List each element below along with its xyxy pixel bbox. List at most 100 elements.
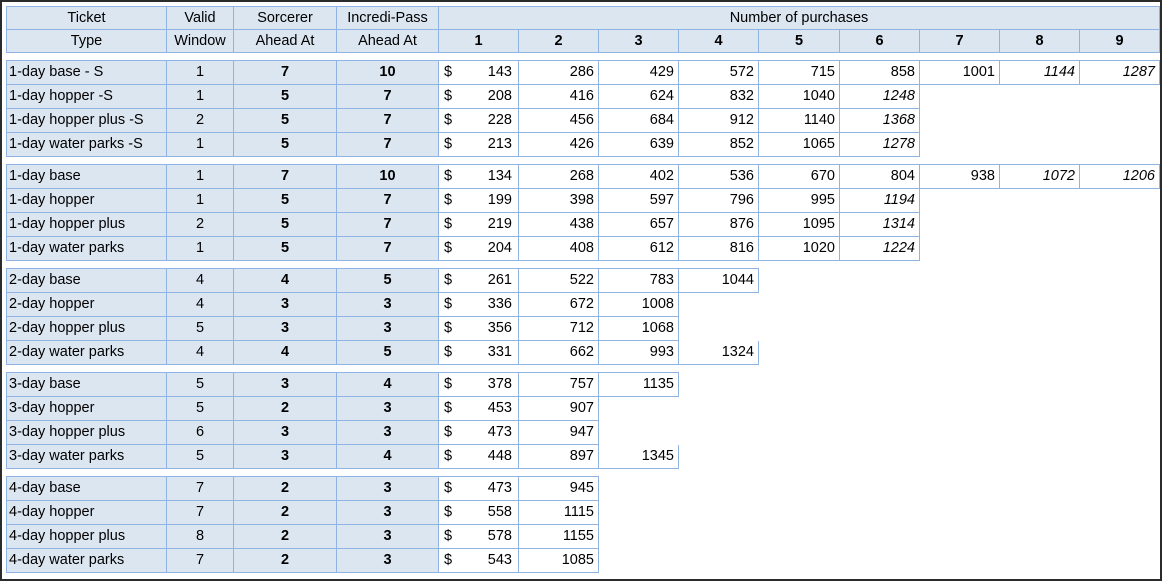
price-cell-4[interactable]: 1044 xyxy=(678,268,759,293)
price-cell-1[interactable]: $204 xyxy=(438,236,519,261)
sorcerer-ahead-cell[interactable]: 4 xyxy=(233,340,337,365)
sorcerer-ahead-cell[interactable]: 5 xyxy=(233,108,337,133)
valid-window-cell[interactable]: 7 xyxy=(166,476,234,501)
price-cell-2[interactable]: 426 xyxy=(518,132,599,157)
price-cell-6[interactable]: 1248 xyxy=(839,84,920,109)
price-cell-2[interactable]: 712 xyxy=(518,316,599,341)
ticket-type-cell[interactable]: 3-day hopper xyxy=(6,396,167,421)
price-cell-2[interactable]: 268 xyxy=(518,164,599,189)
price-cell-6[interactable]: 804 xyxy=(839,164,920,189)
price-cell-1[interactable]: $143 xyxy=(438,60,519,85)
sorcerer-ahead-cell[interactable]: 3 xyxy=(233,316,337,341)
price-cell-1[interactable]: $208 xyxy=(438,84,519,109)
ticket-type-cell[interactable]: 1-day hopper plus xyxy=(6,212,167,237)
valid-window-cell[interactable]: 4 xyxy=(166,292,234,317)
price-cell-2[interactable]: 672 xyxy=(518,292,599,317)
valid-window-cell[interactable]: 2 xyxy=(166,212,234,237)
price-cell-3[interactable]: 783 xyxy=(598,268,679,293)
price-cell-3[interactable]: 597 xyxy=(598,188,679,213)
sorcerer-ahead-cell[interactable]: 2 xyxy=(233,524,337,549)
incredi-ahead-cell[interactable]: 5 xyxy=(336,340,439,365)
price-cell-6[interactable]: 1368 xyxy=(839,108,920,133)
price-cell-1[interactable]: $558 xyxy=(438,500,519,525)
price-cell-2[interactable]: 1115 xyxy=(518,500,599,525)
price-cell-8[interactable]: 1072 xyxy=(999,164,1080,189)
price-cell-3[interactable]: 402 xyxy=(598,164,679,189)
ticket-type-cell[interactable]: 4-day hopper plus xyxy=(6,524,167,549)
ticket-type-cell[interactable]: 1-day water parks xyxy=(6,236,167,261)
price-cell-2[interactable]: 907 xyxy=(518,396,599,421)
valid-window-cell[interactable]: 7 xyxy=(166,548,234,573)
price-cell-9[interactable]: 1206 xyxy=(1079,164,1160,189)
price-cell-5[interactable]: 715 xyxy=(758,60,840,85)
incredi-ahead-cell[interactable]: 3 xyxy=(336,524,439,549)
price-cell-5[interactable]: 1020 xyxy=(758,236,840,261)
ticket-type-cell[interactable]: 1-day hopper xyxy=(6,188,167,213)
price-cell-1[interactable]: $473 xyxy=(438,476,519,501)
price-cell-1[interactable]: $578 xyxy=(438,524,519,549)
price-cell-1[interactable]: $134 xyxy=(438,164,519,189)
valid-window-cell[interactable]: 1 xyxy=(166,60,234,85)
sorcerer-ahead-cell[interactable]: 5 xyxy=(233,132,337,157)
price-cell-3[interactable]: 1068 xyxy=(598,316,679,341)
price-cell-4[interactable]: 876 xyxy=(678,212,759,237)
valid-window-cell[interactable]: 5 xyxy=(166,444,234,469)
price-cell-6[interactable]: 1314 xyxy=(839,212,920,237)
price-cell-2[interactable]: 286 xyxy=(518,60,599,85)
valid-window-cell[interactable]: 2 xyxy=(166,108,234,133)
price-cell-3[interactable]: 1135 xyxy=(598,372,679,397)
price-cell-5[interactable]: 1095 xyxy=(758,212,840,237)
price-cell-2[interactable]: 757 xyxy=(518,372,599,397)
price-cell-3[interactable]: 657 xyxy=(598,212,679,237)
price-cell-4[interactable]: 536 xyxy=(678,164,759,189)
price-cell-5[interactable]: 1065 xyxy=(758,132,840,157)
price-cell-6[interactable]: 1194 xyxy=(839,188,920,213)
price-cell-7[interactable]: 1001 xyxy=(919,60,1000,85)
price-cell-1[interactable]: $336 xyxy=(438,292,519,317)
price-cell-2[interactable]: 947 xyxy=(518,420,599,445)
price-cell-2[interactable]: 398 xyxy=(518,188,599,213)
ticket-type-cell[interactable]: 4-day hopper xyxy=(6,500,167,525)
valid-window-cell[interactable]: 5 xyxy=(166,316,234,341)
price-cell-4[interactable]: 796 xyxy=(678,188,759,213)
price-cell-1[interactable]: $543 xyxy=(438,548,519,573)
incredi-ahead-cell[interactable]: 3 xyxy=(336,548,439,573)
incredi-ahead-cell[interactable]: 7 xyxy=(336,236,439,261)
sorcerer-ahead-cell[interactable]: 3 xyxy=(233,292,337,317)
incredi-ahead-cell[interactable]: 7 xyxy=(336,188,439,213)
price-cell-2[interactable]: 662 xyxy=(518,340,599,365)
price-cell-2[interactable]: 416 xyxy=(518,84,599,109)
ticket-type-cell[interactable]: 1-day hopper -S xyxy=(6,84,167,109)
price-cell-4[interactable]: 1324 xyxy=(678,340,759,365)
price-cell-5[interactable]: 1140 xyxy=(758,108,840,133)
incredi-ahead-cell[interactable]: 3 xyxy=(336,500,439,525)
ticket-type-cell[interactable]: 4-day water parks xyxy=(6,548,167,573)
price-cell-2[interactable]: 897 xyxy=(518,444,599,469)
incredi-ahead-cell[interactable]: 3 xyxy=(336,396,439,421)
sorcerer-ahead-cell[interactable]: 2 xyxy=(233,548,337,573)
price-cell-1[interactable]: $219 xyxy=(438,212,519,237)
price-cell-1[interactable]: $261 xyxy=(438,268,519,293)
incredi-ahead-cell[interactable]: 3 xyxy=(336,476,439,501)
price-cell-6[interactable]: 1224 xyxy=(839,236,920,261)
incredi-ahead-cell[interactable]: 7 xyxy=(336,212,439,237)
price-cell-4[interactable]: 852 xyxy=(678,132,759,157)
valid-window-cell[interactable]: 1 xyxy=(166,236,234,261)
price-cell-9[interactable]: 1287 xyxy=(1079,60,1160,85)
ticket-type-cell[interactable]: 2-day base xyxy=(6,268,167,293)
sorcerer-ahead-cell[interactable]: 2 xyxy=(233,476,337,501)
incredi-ahead-cell[interactable]: 10 xyxy=(336,164,439,189)
price-cell-5[interactable]: 1040 xyxy=(758,84,840,109)
ticket-type-cell[interactable]: 1-day water parks -S xyxy=(6,132,167,157)
sorcerer-ahead-cell[interactable]: 3 xyxy=(233,444,337,469)
price-cell-1[interactable]: $448 xyxy=(438,444,519,469)
valid-window-cell[interactable]: 1 xyxy=(166,164,234,189)
price-cell-3[interactable]: 639 xyxy=(598,132,679,157)
sorcerer-ahead-cell[interactable]: 5 xyxy=(233,236,337,261)
incredi-ahead-cell[interactable]: 4 xyxy=(336,444,439,469)
incredi-ahead-cell[interactable]: 3 xyxy=(336,316,439,341)
valid-window-cell[interactable]: 7 xyxy=(166,500,234,525)
valid-window-cell[interactable]: 5 xyxy=(166,372,234,397)
sorcerer-ahead-cell[interactable]: 7 xyxy=(233,60,337,85)
price-cell-2[interactable]: 1155 xyxy=(518,524,599,549)
